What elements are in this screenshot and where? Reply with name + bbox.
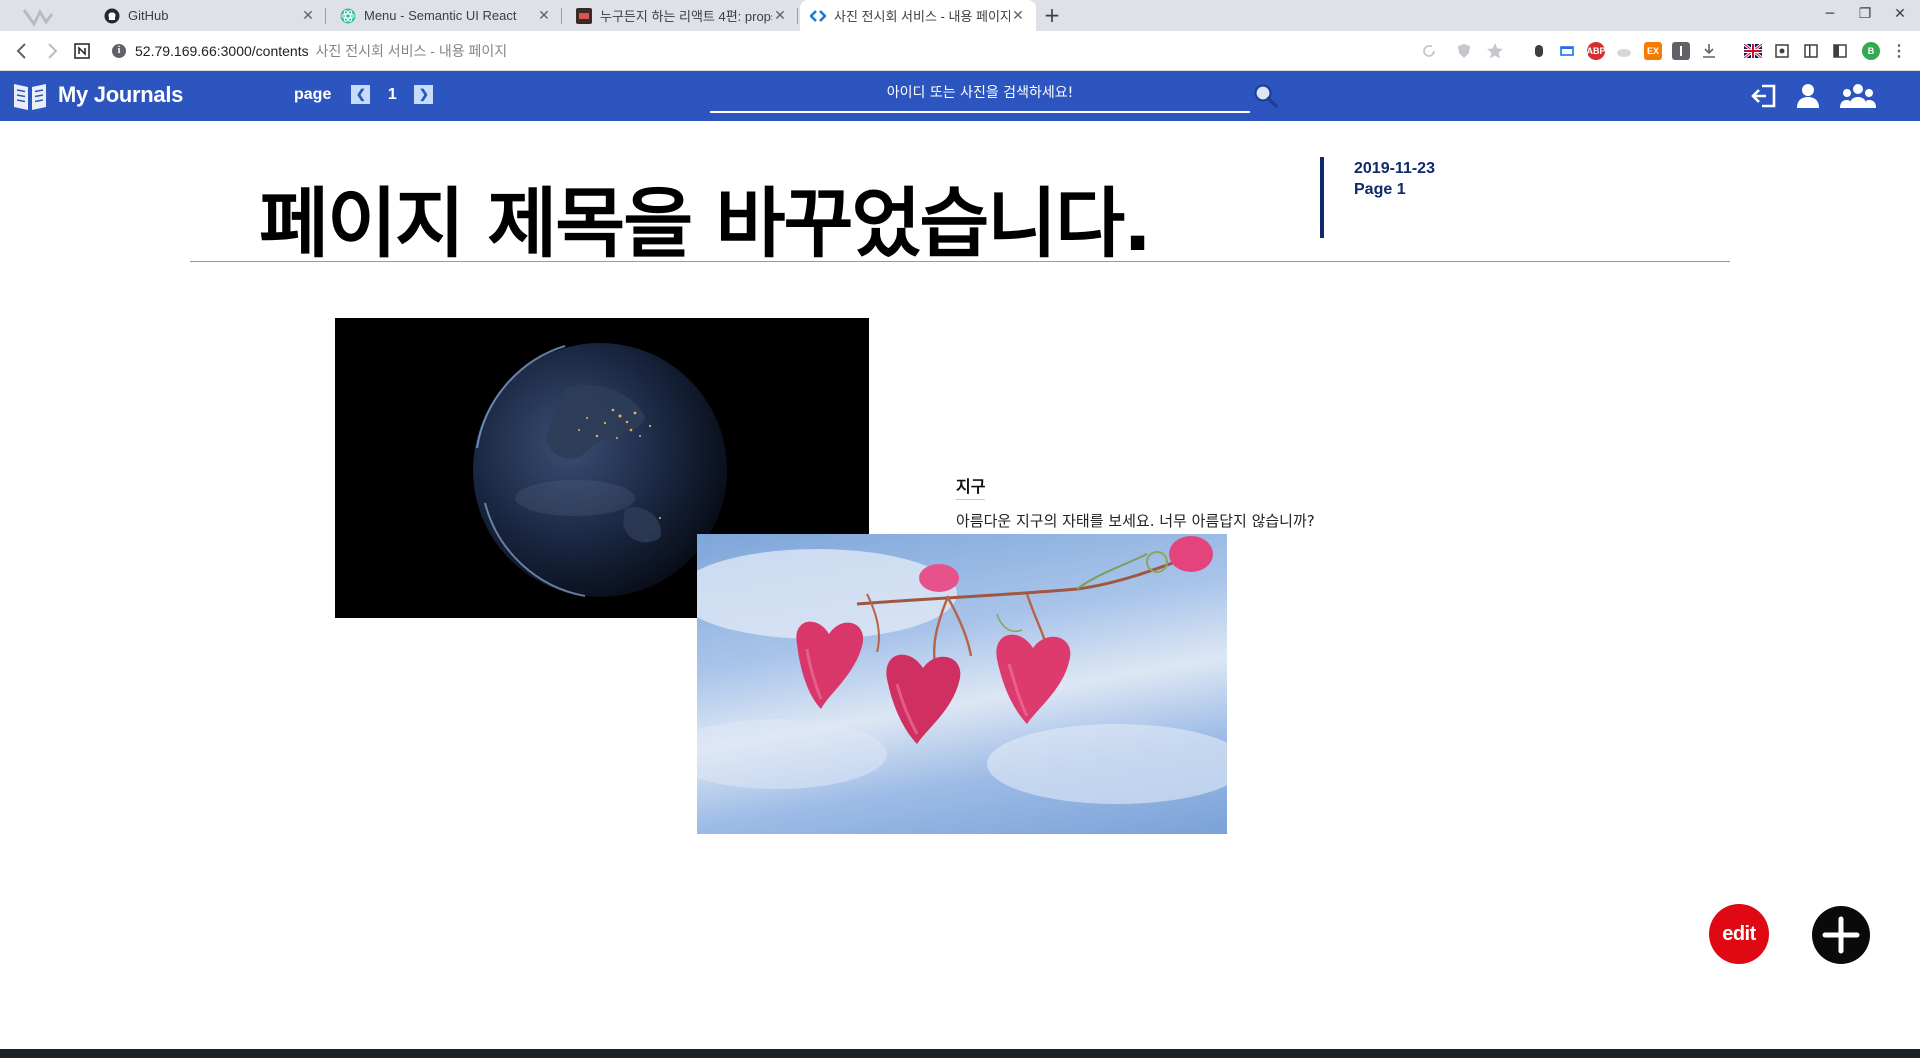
- brand-link[interactable]: My Journals: [12, 78, 183, 112]
- search-icon[interactable]: [1252, 82, 1280, 110]
- heading-rule: [190, 261, 1730, 262]
- screenshot-extension-icon[interactable]: [1773, 42, 1791, 60]
- tab-close-icon[interactable]: ✕: [772, 7, 788, 24]
- profile-avatar[interactable]: B: [1862, 42, 1880, 60]
- url-page-title: 사진 전시회 서비스 - 내용 페이지: [315, 43, 508, 59]
- star-icon[interactable]: [1486, 42, 1504, 60]
- notion-icon[interactable]: [70, 39, 94, 63]
- reader-extension-icon[interactable]: [1672, 42, 1690, 60]
- flower-photo[interactable]: [697, 534, 1227, 834]
- vscode-arrows-icon: [810, 8, 826, 24]
- reload-extension-icon[interactable]: [1420, 42, 1438, 60]
- browser-corner-logo: [20, 6, 80, 28]
- minimize-icon[interactable]: ─: [1810, 0, 1850, 31]
- site-info-icon[interactable]: i: [112, 44, 126, 58]
- caption-description: 아름다운 지구의 자태를 보세요. 너무 아름답지 않습니까?: [956, 512, 1315, 530]
- tab-semantic-ui[interactable]: Menu - Semantic UI React ✕: [330, 0, 562, 31]
- browser-tabstrip: GitHub ✕ Menu - Semantic UI React ✕ 누구든지…: [0, 0, 1920, 31]
- tab-title: Menu - Semantic UI React: [364, 8, 517, 23]
- heading-divider: [1320, 157, 1324, 238]
- prev-page-button[interactable]: ❮: [351, 85, 371, 104]
- forward-icon[interactable]: [40, 39, 64, 63]
- photo-caption: 지구 아름다운 지구의 자태를 보세요. 너무 아름답지 않습니까?: [956, 473, 1315, 531]
- tab-close-icon[interactable]: ✕: [1010, 7, 1026, 24]
- restore-icon[interactable]: ❐: [1845, 0, 1885, 31]
- address-bar[interactable]: i 52.79.169.66:3000/contents 사진 전시회 서비스 …: [112, 41, 507, 61]
- download-icon[interactable]: [1700, 42, 1718, 60]
- url-host: 52.79.169.66:3000/contents: [135, 43, 309, 59]
- tab-title: 사진 전시회 서비스 - 내용 페이지: [834, 9, 1010, 24]
- book-icon: [14, 84, 46, 110]
- tab-photo-exhibition[interactable]: 사진 전시회 서비스 - 내용 페이지 ✕: [800, 0, 1036, 31]
- shield-extension-icon[interactable]: [1455, 42, 1473, 60]
- logout-icon[interactable]: [1748, 81, 1780, 111]
- abp-badge[interactable]: ABP: [1587, 42, 1606, 60]
- tab-title: 누구든지 하는 리액트 4편: props: [600, 9, 772, 24]
- cloud-extension-icon[interactable]: [1615, 42, 1633, 60]
- tab-title: GitHub: [128, 8, 169, 23]
- sidepanel-extension-icon[interactable]: [1802, 42, 1820, 60]
- ex-badge[interactable]: EX: [1644, 42, 1662, 60]
- page-number: 1: [387, 85, 397, 103]
- velopert-icon: [576, 7, 592, 24]
- new-tab-button[interactable]: +: [1040, 4, 1064, 28]
- tab-close-icon[interactable]: ✕: [536, 7, 552, 24]
- pager-label: page: [294, 85, 332, 103]
- page-meta: 2019-11-23 Page 1: [1354, 158, 1435, 200]
- window-close-icon[interactable]: ✕: [1880, 0, 1920, 31]
- page-date: 2019-11-23: [1354, 160, 1435, 177]
- back-icon[interactable]: [10, 39, 34, 63]
- page-heading: 페이지 제목을 바꾸었습니다. 2019-11-23 Page 1: [190, 150, 1730, 268]
- search-input[interactable]: [710, 77, 1250, 109]
- uk-flag-icon[interactable]: [1744, 42, 1762, 60]
- tab-react-tutorial[interactable]: 누구든지 하는 리액트 4편: props ✕: [566, 0, 798, 31]
- page-pager: page ❮ 1 ❯: [294, 85, 434, 104]
- browser-toolbar: i 52.79.169.66:3000/contents 사진 전시회 서비스 …: [0, 31, 1920, 71]
- edit-button[interactable]: edit: [1709, 904, 1769, 964]
- caption-title: 지구: [956, 473, 986, 500]
- tab-close-icon[interactable]: ✕: [300, 7, 316, 24]
- app-header: My Journals page ❮ 1 ❯: [0, 71, 1920, 121]
- menu-kebab-icon[interactable]: ⋮: [1890, 42, 1908, 60]
- github-icon: [104, 8, 120, 24]
- window-extension-icon[interactable]: [1558, 42, 1576, 60]
- page-number-label: Page 1: [1354, 181, 1406, 198]
- hand-extension-icon[interactable]: [1530, 42, 1548, 60]
- next-page-button[interactable]: ❯: [414, 85, 434, 104]
- user-icon[interactable]: [1792, 81, 1824, 111]
- users-group-icon[interactable]: [1838, 81, 1878, 111]
- add-button[interactable]: [1812, 906, 1870, 964]
- plus-icon: [1822, 916, 1860, 954]
- search-field: [710, 77, 1250, 113]
- os-taskbar: [0, 1049, 1920, 1058]
- tab-github[interactable]: GitHub ✕: [94, 0, 326, 31]
- react-icon: [340, 8, 356, 24]
- columns-extension-icon[interactable]: [1831, 42, 1849, 60]
- brand-name: My Journals: [58, 82, 184, 107]
- page-title: 페이지 제목을 바꾸었습니다.: [259, 179, 1152, 268]
